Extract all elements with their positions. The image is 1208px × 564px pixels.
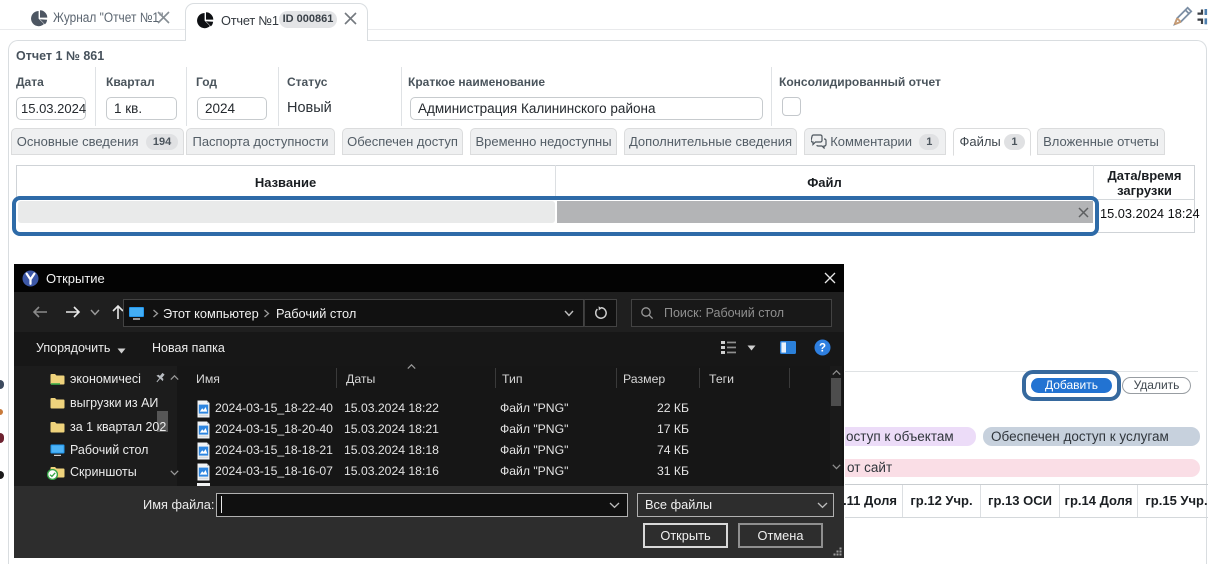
- svg-text:?: ?: [819, 343, 826, 355]
